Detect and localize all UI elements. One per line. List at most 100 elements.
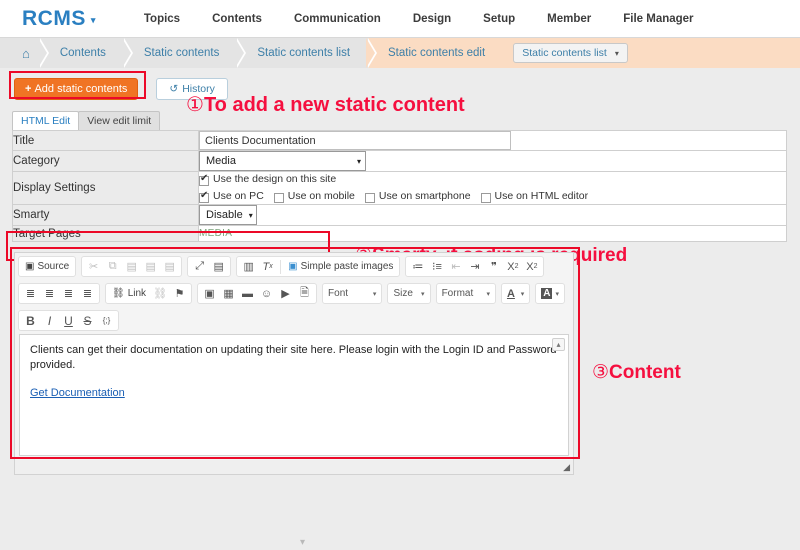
copy-icon[interactable]: ⧉ [103, 258, 122, 276]
paste-text-icon[interactable]: ▤ [141, 258, 160, 276]
nav-item-topics[interactable]: Topics [128, 13, 196, 25]
editor-content-area[interactable]: ▴ Clients can get their documentation on… [19, 334, 569, 456]
checkbox-icon[interactable] [199, 190, 209, 203]
checkbox-use-on-html-editor[interactable]: Use on HTML editor [480, 189, 588, 204]
brand-caret-icon[interactable]: ▾ [91, 15, 96, 26]
smarty-dropdown[interactable]: Disable ▾ [199, 205, 257, 225]
breadcrumb-item-static-contents-edit[interactable]: Static contents edit [368, 38, 504, 68]
text-color-dropdown[interactable]: A ▾ [500, 283, 531, 304]
nav-item-communication[interactable]: Communication [278, 13, 397, 25]
checkbox-icon[interactable] [480, 192, 491, 203]
breadcrumb-divider-fill-icon [121, 38, 131, 68]
blockquote-icon[interactable]: ❞ [484, 258, 503, 276]
page-bottom-caret-icon[interactable]: ▾ [300, 537, 305, 548]
breadcrumb-home[interactable]: ⌂ [0, 38, 49, 68]
checkbox-icon[interactable] [199, 173, 209, 186]
editor-link-get-documentation[interactable]: Get Documentation [30, 387, 125, 399]
resize-handle-icon[interactable]: ◢ [563, 462, 570, 473]
breadcrumb-item-label: Static contents [143, 47, 220, 59]
nav-item-setup[interactable]: Setup [467, 13, 531, 25]
toolbar-group-insert: ▣ ▦ ▬ ☺ ▶ 🗎 [197, 283, 318, 304]
paste-word-icon[interactable]: ▤ [160, 258, 179, 276]
title-input[interactable] [199, 131, 511, 150]
italic-icon[interactable]: I [40, 312, 59, 330]
history-icon: ↺ [169, 83, 179, 95]
home-icon: ⌂ [22, 45, 30, 61]
breadcrumb-item-static-contents-list[interactable]: Static contents list [237, 38, 378, 68]
rich-text-editor-wrapper: ▣ Source ✂ ⧉ ▤ ▤ ▤ ⤢ ▤ ▥ Tx ▣ Simple pas… [10, 247, 580, 475]
anchor-icon[interactable]: ⚑ [170, 285, 189, 303]
toolbar-group-basic-styles: B I U S {;} [18, 310, 119, 331]
horizontal-rule-icon[interactable]: ▬ [238, 285, 257, 303]
align-right-icon[interactable]: ≣ [59, 285, 78, 303]
maximize-icon[interactable]: ⤢ [190, 258, 209, 276]
checkbox-label: Use on smartphone [378, 190, 471, 202]
nav-item-member[interactable]: Member [531, 13, 607, 25]
templates-icon[interactable]: ▥ [239, 258, 258, 276]
form-label-display-settings: Display Settings [12, 171, 199, 205]
breadcrumb-item-static-contents[interactable]: Static contents [123, 38, 247, 68]
category-dropdown[interactable]: Media ▾ [199, 151, 366, 171]
code-icon[interactable]: {;} [97, 312, 116, 330]
editor-toolbar-row-2: ≣ ≣ ≣ ≣ ⛓ Link ⛓ ⚑ ▣ ▦ ▬ ☺ ▶ 🗎 Font ▾ Si… [15, 280, 573, 307]
background-color-dropdown[interactable]: A ▾ [535, 283, 565, 304]
form-label-target-pages: Target Pages [12, 225, 199, 242]
checkbox-icon[interactable] [364, 192, 375, 203]
size-dropdown[interactable]: Size ▾ [387, 283, 431, 304]
simple-paste-images-icon[interactable]: ▣ Simple paste images [284, 258, 397, 276]
nav-item-file-manager[interactable]: File Manager [607, 13, 709, 25]
breadcrumb-item-contents[interactable]: Contents [39, 38, 133, 68]
toolbar-separator [280, 259, 282, 274]
strikethrough-icon[interactable]: S [78, 312, 97, 330]
breadcrumb-select-static-contents-list[interactable]: Static contents list ▾ [513, 43, 628, 63]
checkbox-use-on-smartphone[interactable]: Use on smartphone [364, 189, 471, 204]
tab-html-edit[interactable]: HTML Edit [12, 111, 80, 130]
source-icon[interactable]: ▣ Source [21, 258, 73, 276]
breadcrumb-item-label: Static contents edit [388, 47, 486, 59]
show-blocks-icon[interactable]: ▤ [209, 258, 228, 276]
underline-icon[interactable]: U [59, 312, 78, 330]
superscript-icon[interactable]: X2 [522, 258, 541, 276]
align-center-icon[interactable]: ≣ [40, 285, 59, 303]
subscript-icon[interactable]: X2 [503, 258, 522, 276]
remove-format-icon[interactable]: Tx [258, 258, 277, 276]
editor-toolbar-row-1: ▣ Source ✂ ⧉ ▤ ▤ ▤ ⤢ ▤ ▥ Tx ▣ Simple pas… [15, 253, 573, 280]
image-icon[interactable]: ▣ [200, 285, 219, 303]
page-break-icon[interactable]: 🗎 [295, 285, 314, 303]
indent-icon[interactable]: ⇥ [465, 258, 484, 276]
chevron-down-icon: ▾ [356, 156, 361, 166]
nav-item-design[interactable]: Design [397, 13, 467, 25]
bold-icon[interactable]: B [21, 312, 40, 330]
video-icon[interactable]: ▶ [276, 285, 295, 303]
checkbox-use-on-pc[interactable]: Use on PC [199, 189, 264, 204]
align-left-icon[interactable]: ≣ [21, 285, 40, 303]
breadcrumb-item-label: Contents [59, 47, 106, 59]
rich-text-editor: ▣ Source ✂ ⧉ ▤ ▤ ▤ ⤢ ▤ ▥ Tx ▣ Simple pas… [14, 252, 574, 475]
checkbox-label: Use the design on this site [213, 173, 337, 185]
format-dropdown[interactable]: Format ▾ [435, 283, 496, 304]
nav-item-contents[interactable]: Contents [196, 13, 278, 25]
editor-footer: ◢ [15, 460, 573, 474]
checkbox-icon[interactable] [273, 192, 284, 203]
smiley-icon[interactable]: ☺ [257, 285, 276, 303]
add-static-contents-label: Add static contents [34, 83, 128, 95]
add-static-contents-button[interactable]: + Add static contents [14, 78, 139, 100]
collapse-toolbar-icon[interactable]: ▴ [552, 338, 565, 351]
tab-view-edit-limit[interactable]: View edit limit [78, 111, 161, 130]
link-icon[interactable]: ⛓ Link [108, 285, 150, 303]
paste-icon[interactable]: ▤ [122, 258, 141, 276]
cut-icon[interactable]: ✂ [84, 258, 103, 276]
outdent-icon[interactable]: ⇤ [446, 258, 465, 276]
numbered-list-icon[interactable]: ≔ [408, 258, 427, 276]
checkbox-use-on-mobile[interactable]: Use on mobile [273, 189, 355, 204]
checkbox-use-design-on-site[interactable]: Use the design on this site [199, 172, 336, 187]
brand-logo[interactable]: RCMS ▾ [22, 7, 96, 31]
target-pages-value: MEDIA [199, 228, 233, 239]
align-justify-icon[interactable]: ≣ [78, 285, 97, 303]
chevron-down-icon: ▾ [486, 290, 490, 298]
table-icon[interactable]: ▦ [219, 285, 238, 303]
font-dropdown[interactable]: Font ▾ [322, 283, 383, 304]
unlink-icon[interactable]: ⛓ [150, 285, 170, 303]
editor-toolbar-row-3: B I U S {;} [15, 307, 573, 334]
bulleted-list-icon[interactable]: ⁝≡ [427, 258, 446, 276]
